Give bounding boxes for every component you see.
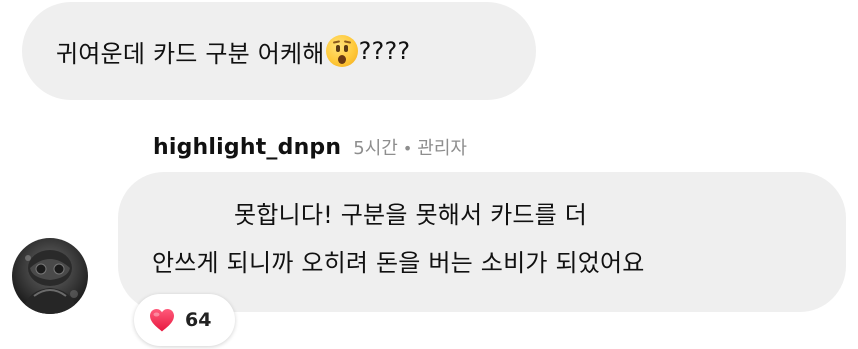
reply-text-line-2: 안쓰게 되니까 오히려 돈을 버는 소비가 되었어요: [152, 249, 645, 277]
comment-thread: 귀여운데 카드 구분 어케해 ???? highlight_dnpn 5시간 •…: [0, 0, 858, 349]
reaction-pill[interactable]: 64: [134, 294, 235, 346]
comment-bubble[interactable]: 귀여운데 카드 구분 어케해 ????: [22, 2, 536, 100]
reaction-count: 64: [185, 309, 212, 331]
reply-timestamp: 5시간: [353, 138, 398, 159]
reply-username[interactable]: highlight_dnpn: [153, 135, 341, 160]
avatar[interactable]: [12, 238, 88, 314]
hushed-face-emoji-icon: [325, 35, 358, 67]
comment-suffix: ????: [358, 37, 411, 65]
reply-text-line-1: 못합니다! 구분을 못해서 카드를 더: [234, 201, 588, 229]
reply-bubble[interactable]: 못합니다! 구분을 못해서 카드를 더 안쓰게 되니까 오히려 돈을 버는 소비…: [118, 172, 846, 312]
heart-icon: [150, 309, 174, 332]
avatar-image: [22, 250, 78, 314]
reply-role-badge: 관리자: [417, 138, 467, 159]
meta-separator: •: [402, 139, 413, 158]
comment-text: 귀여운데 카드 구분 어케해: [56, 39, 325, 68]
reply-meta: highlight_dnpn 5시간 • 관리자: [153, 134, 467, 160]
